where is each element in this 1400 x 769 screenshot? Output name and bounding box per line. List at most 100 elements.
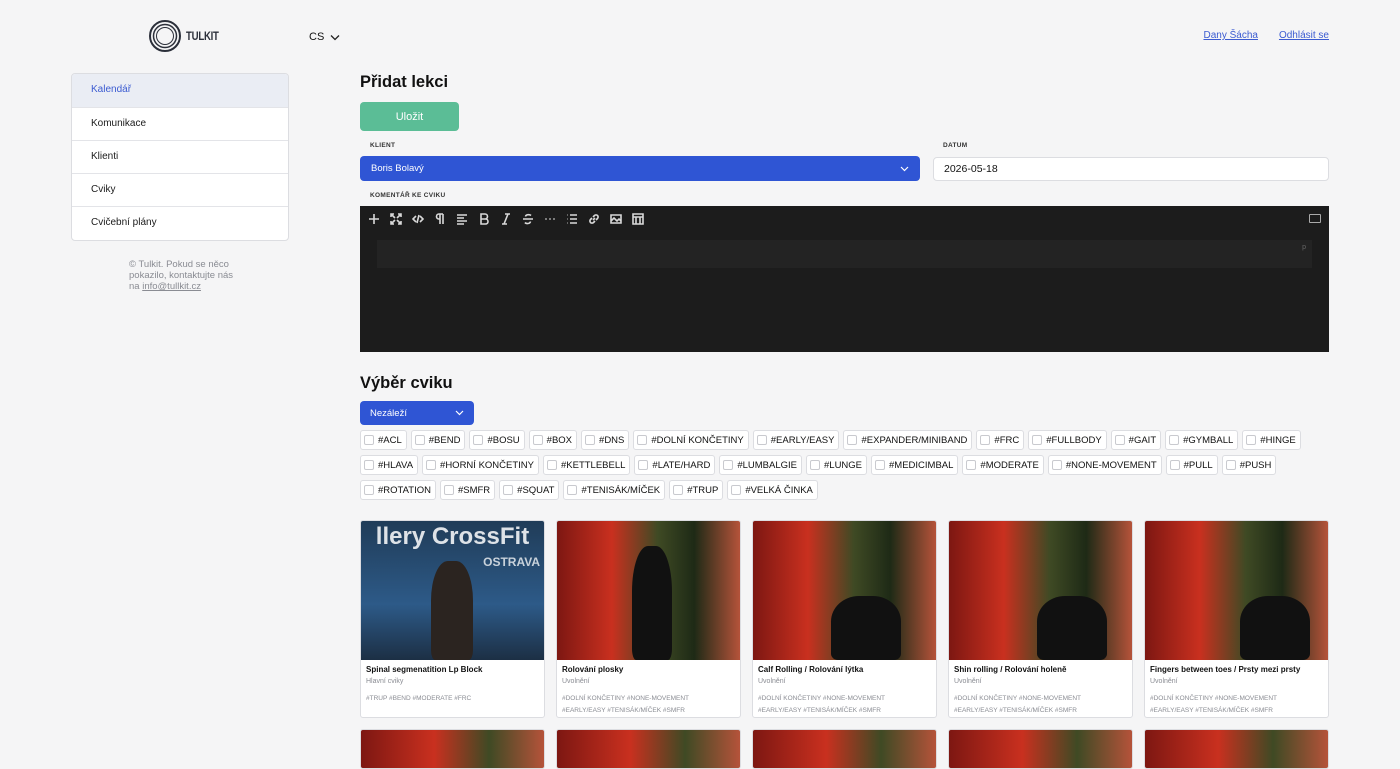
tag-filter-option[interactable]: #VELKÁ ČINKA: [727, 480, 818, 500]
tag-filter-option[interactable]: #LUMBALGIE: [719, 455, 802, 475]
exercise-card[interactable]: llery CrossFit OSTRAVA Spinal segmenatitio…: [360, 520, 545, 718]
tag-filter-option[interactable]: #LUNGE: [806, 455, 868, 475]
checkbox[interactable]: [414, 435, 425, 445]
checkbox[interactable]: [637, 435, 648, 445]
tag-filter-option[interactable]: #NONE-MOVEMENT: [1047, 455, 1162, 475]
plus-icon[interactable]: [366, 212, 382, 226]
checkbox[interactable]: [980, 435, 991, 445]
checkbox[interactable]: [731, 485, 742, 495]
tag-filter-option[interactable]: #PUSH: [1221, 455, 1277, 475]
checkbox[interactable]: [364, 485, 374, 495]
tag-filter-option[interactable]: #GAIT: [1110, 430, 1162, 450]
checkbox[interactable]: [532, 435, 543, 445]
exercise-card[interactable]: Rolování plosky Uvolnění #DOLNÍ KONČETINY …: [556, 520, 741, 718]
exercise-card[interactable]: [752, 729, 937, 769]
logout-link[interactable]: Odhlásit se: [1279, 30, 1329, 41]
image-icon[interactable]: [608, 212, 624, 226]
bold-icon[interactable]: [476, 212, 492, 226]
tag-label: #EXPANDER/MINIBAND: [861, 434, 968, 446]
tag-filter-option[interactable]: #ROTATION: [360, 480, 436, 500]
checkbox[interactable]: [638, 460, 649, 470]
tag-filter-option[interactable]: #HORNÍ KONČETINY: [422, 455, 539, 475]
tag-filter-option[interactable]: #EARLY/EASY: [752, 430, 840, 450]
exercise-card[interactable]: [948, 729, 1133, 769]
exercise-card[interactable]: [360, 729, 545, 769]
checkbox[interactable]: [547, 460, 557, 470]
checkbox[interactable]: [723, 460, 734, 470]
exercise-card[interactable]: [1144, 729, 1329, 769]
checkbox[interactable]: [473, 435, 484, 445]
tag-filter-option[interactable]: #BEND: [410, 430, 466, 450]
code-icon[interactable]: [410, 212, 426, 226]
exercise-filter-select[interactable]: Nezáleží: [360, 401, 474, 425]
checkbox[interactable]: [1169, 460, 1180, 470]
checkbox[interactable]: [426, 460, 437, 470]
link-icon[interactable]: [586, 212, 602, 226]
sidebar-item-exercises[interactable]: Cviky: [72, 174, 288, 207]
tag-filter-option[interactable]: #FRC: [976, 430, 1025, 450]
checkbox[interactable]: [364, 435, 374, 445]
exercise-card[interactable]: Fingers between toes / Prsty mezi prsty U…: [1144, 520, 1329, 718]
strikethrough-icon[interactable]: [520, 212, 536, 226]
tag-filter-option[interactable]: #HINGE: [1242, 430, 1301, 450]
checkbox[interactable]: [1051, 460, 1062, 470]
checkbox[interactable]: [875, 460, 886, 470]
tag-filter-option[interactable]: #HLAVA: [360, 455, 419, 475]
tag-filter-option[interactable]: #FULLBODY: [1028, 430, 1107, 450]
exercise-card[interactable]: Shin rolling / Rolování holeně Uvolnění #D…: [948, 520, 1133, 718]
sidebar-item-training-plans[interactable]: Cvičební plány: [72, 207, 288, 240]
sidebar-item-clients[interactable]: Klienti: [72, 141, 288, 174]
logo[interactable]: TULKIT: [148, 19, 227, 53]
checkbox[interactable]: [503, 485, 514, 495]
tag-filter-option[interactable]: #PULL: [1165, 455, 1218, 475]
tag-filter-option[interactable]: #MODERATE: [962, 455, 1044, 475]
checkbox[interactable]: [364, 460, 374, 470]
checkbox[interactable]: [756, 435, 767, 445]
tag-filter-option[interactable]: #BOSU: [469, 430, 525, 450]
table-icon[interactable]: [630, 212, 646, 226]
checkbox[interactable]: [567, 485, 578, 495]
tag-filter-option[interactable]: #TENISÁK/MÍČEK: [563, 480, 666, 500]
keyboard-icon[interactable]: [1309, 214, 1321, 223]
tag-filter-option[interactable]: #KETTLEBELL: [543, 455, 631, 475]
exercise-card[interactable]: Calf Rolling / Rolování lýtka Uvolnění #DO…: [752, 520, 937, 718]
tag-filter-option[interactable]: #TRUP: [669, 480, 724, 500]
paragraph-icon[interactable]: [432, 212, 448, 226]
checkbox[interactable]: [966, 460, 977, 470]
tag-filter-option[interactable]: #GYMBALL: [1165, 430, 1239, 450]
align-icon[interactable]: [454, 212, 470, 226]
tag-filter-option[interactable]: #SQUAT: [499, 480, 560, 500]
editor-text-area[interactable]: p: [377, 240, 1312, 268]
tag-filter-option[interactable]: #EXPANDER/MINIBAND: [843, 430, 973, 450]
client-select[interactable]: Boris Bolavý: [360, 156, 920, 181]
checkbox[interactable]: [1246, 435, 1257, 445]
tag-filter-option[interactable]: #LATE/HARD: [634, 455, 716, 475]
tag-filter-option[interactable]: #BOX: [528, 430, 578, 450]
checkbox[interactable]: [673, 485, 684, 495]
tag-filter-option[interactable]: #MEDICIMBAL: [871, 455, 959, 475]
checkbox[interactable]: [1169, 435, 1180, 445]
checkbox[interactable]: [443, 485, 454, 495]
tag-filter-option[interactable]: #SMFR: [439, 480, 496, 500]
tag-filter-option[interactable]: #DNS: [581, 430, 630, 450]
date-input[interactable]: 2026-05-18: [933, 157, 1329, 181]
save-button[interactable]: Uložit: [360, 102, 459, 131]
user-profile-link[interactable]: Dany Šácha: [1203, 30, 1257, 41]
italic-icon[interactable]: [498, 212, 514, 226]
fullscreen-icon[interactable]: [388, 212, 404, 226]
more-icon[interactable]: [542, 212, 558, 226]
list-icon[interactable]: [564, 212, 580, 226]
checkbox[interactable]: [847, 435, 858, 445]
sidebar-item-communication[interactable]: Komunikace: [72, 108, 288, 141]
checkbox[interactable]: [1225, 460, 1236, 470]
checkbox[interactable]: [1114, 435, 1125, 445]
tag-filter-option[interactable]: #ACL: [360, 430, 407, 450]
footer-email-link[interactable]: info@tullkit.cz: [142, 281, 201, 292]
checkbox[interactable]: [585, 435, 596, 445]
language-select[interactable]: CS: [309, 31, 340, 43]
checkbox[interactable]: [810, 460, 820, 470]
sidebar-item-calendar[interactable]: Kalendář: [72, 74, 288, 108]
tag-filter-option[interactable]: #DOLNÍ KONČETINY: [633, 430, 749, 450]
checkbox[interactable]: [1032, 435, 1043, 445]
exercise-card[interactable]: [556, 729, 741, 769]
